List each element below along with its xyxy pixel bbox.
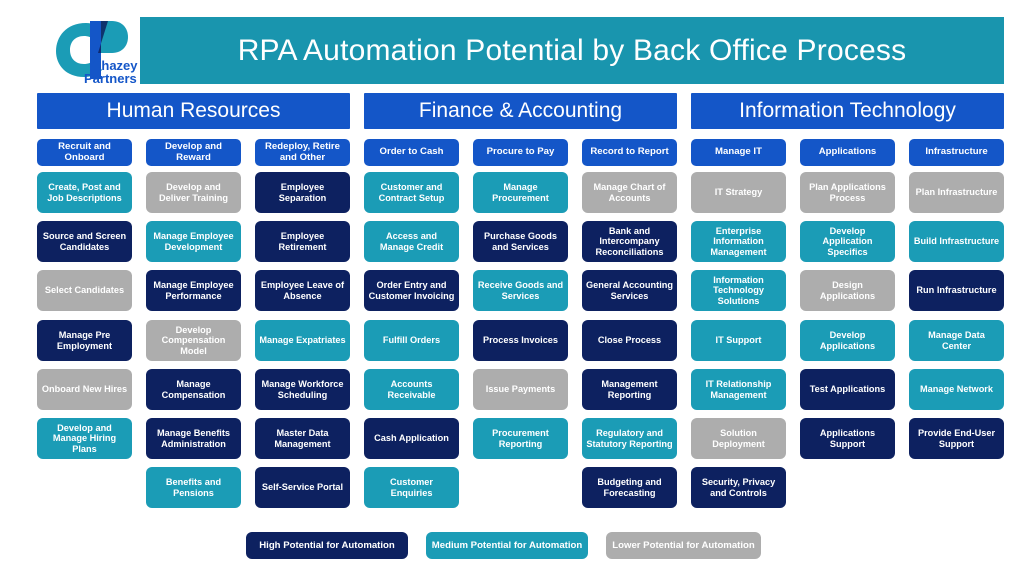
process-box[interactable]: Plan Applications Process xyxy=(800,172,895,213)
process-box[interactable]: Process Invoices xyxy=(473,320,568,361)
process-box[interactable]: Fulfill Orders xyxy=(364,320,459,361)
process-box[interactable]: Create, Post and Job Descriptions xyxy=(37,172,132,213)
pillar-header-fa: Finance & Accounting xyxy=(364,93,677,129)
process-box[interactable]: Manage Pre Employment xyxy=(37,320,132,361)
process-box[interactable]: IT Strategy xyxy=(691,172,786,213)
process-box[interactable]: Issue Payments xyxy=(473,369,568,410)
process-box[interactable]: Procurement Reporting xyxy=(473,418,568,459)
process-box[interactable]: Budgeting and Forecasting xyxy=(582,467,677,508)
process-box[interactable]: Solution Deployment xyxy=(691,418,786,459)
process-box[interactable]: Develop Compensation Model xyxy=(146,320,241,361)
process-group-header[interactable]: Develop and Reward xyxy=(146,139,241,166)
process-box[interactable]: Bank and Intercompany Reconciliations xyxy=(582,221,677,262)
process-box[interactable]: Develop Applications xyxy=(800,320,895,361)
process-box[interactable]: Manage Procurement xyxy=(473,172,568,213)
page-title: RPA Automation Potential by Back Office … xyxy=(237,33,907,67)
process-box[interactable]: Cash Application xyxy=(364,418,459,459)
process-box[interactable]: Customer Enquiries xyxy=(364,467,459,508)
process-box[interactable]: Manage Workforce Scheduling xyxy=(255,369,350,410)
process-box[interactable]: Source and Screen Candidates xyxy=(37,221,132,262)
process-box[interactable]: Develop and Deliver Training xyxy=(146,172,241,213)
process-box[interactable]: Accounts Receivable xyxy=(364,369,459,410)
process-box[interactable]: Enterprise Information Management xyxy=(691,221,786,262)
process-box[interactable]: Manage Benefits Administration xyxy=(146,418,241,459)
process-box[interactable]: General Accounting Services xyxy=(582,270,677,311)
legend-item-medium: Medium Potential for Automation xyxy=(426,532,588,559)
process-box[interactable]: Manage Data Center xyxy=(909,320,1004,361)
process-group-header[interactable]: Redeploy, Retire and Other xyxy=(255,139,350,166)
process-box[interactable]: Employee Retirement xyxy=(255,221,350,262)
pillar-header-label: Information Technology xyxy=(739,99,956,122)
process-box[interactable]: Management Reporting xyxy=(582,369,677,410)
process-box[interactable]: IT Relationship Management xyxy=(691,369,786,410)
process-box[interactable]: Manage Expatriates xyxy=(255,320,350,361)
process-box[interactable]: Manage Employee Performance xyxy=(146,270,241,311)
process-box[interactable]: IT Support xyxy=(691,320,786,361)
process-group-header[interactable]: Procure to Pay xyxy=(473,139,568,166)
process-box[interactable]: Information Technology Solutions xyxy=(691,270,786,311)
process-box[interactable]: Applications Support xyxy=(800,418,895,459)
process-box[interactable]: Plan Infrastructure xyxy=(909,172,1004,213)
process-box[interactable]: Security, Privacy and Controls xyxy=(691,467,786,508)
process-box[interactable]: Order Entry and Customer Invoicing xyxy=(364,270,459,311)
pillar-header-label: Human Resources xyxy=(106,99,281,122)
process-box[interactable]: Close Process xyxy=(582,320,677,361)
process-group-header[interactable]: Order to Cash xyxy=(364,139,459,166)
process-box[interactable]: Access and Manage Credit xyxy=(364,221,459,262)
logo-line2-text: Partners xyxy=(84,71,137,86)
process-box[interactable]: Onboard New Hires xyxy=(37,369,132,410)
pillar-header-hr: Human Resources xyxy=(37,93,350,129)
process-box[interactable]: Manage Compensation xyxy=(146,369,241,410)
process-group-header[interactable]: Recruit and Onboard xyxy=(37,139,132,166)
process-box[interactable]: Develop and Manage Hiring Plans xyxy=(37,418,132,459)
process-group-header[interactable]: Manage IT xyxy=(691,139,786,166)
pillar-header-label: Finance & Accounting xyxy=(418,99,623,122)
process-box[interactable]: Build Infrastructure xyxy=(909,221,1004,262)
process-box[interactable]: Provide End-User Support xyxy=(909,418,1004,459)
process-box[interactable]: Manage Employee Development xyxy=(146,221,241,262)
slide-canvas: Chazey Partners RPA Automation Potential… xyxy=(0,0,1024,582)
process-box[interactable]: Purchase Goods and Services xyxy=(473,221,568,262)
process-box[interactable]: Run Infrastructure xyxy=(909,270,1004,311)
process-box[interactable]: Develop Application Specifics xyxy=(800,221,895,262)
process-box[interactable]: Regulatory and Statutory Reporting xyxy=(582,418,677,459)
process-box[interactable]: Manage Chart of Accounts xyxy=(582,172,677,213)
process-box[interactable]: Test Applications xyxy=(800,369,895,410)
process-box[interactable]: Design Applications xyxy=(800,270,895,311)
process-box[interactable]: Employee Leave of Absence xyxy=(255,270,350,311)
chazey-partners-logo: Chazey Partners xyxy=(50,13,138,87)
process-box[interactable]: Self-Service Portal xyxy=(255,467,350,508)
process-box[interactable]: Employee Separation xyxy=(255,172,350,213)
process-group-header[interactable]: Record to Report xyxy=(582,139,677,166)
process-box[interactable]: Customer and Contract Setup xyxy=(364,172,459,213)
process-group-header[interactable]: Applications xyxy=(800,139,895,166)
pillar-header-it: Information Technology xyxy=(691,93,1004,129)
process-box[interactable]: Master Data Management xyxy=(255,418,350,459)
process-group-header[interactable]: Infrastructure xyxy=(909,139,1004,166)
process-box[interactable]: Benefits and Pensions xyxy=(146,467,241,508)
process-box[interactable]: Manage Network xyxy=(909,369,1004,410)
title-band: RPA Automation Potential by Back Office … xyxy=(140,17,1004,84)
legend-item-lower: Lower Potential for Automation xyxy=(606,532,761,559)
process-box[interactable]: Select Candidates xyxy=(37,270,132,311)
legend-item-high: High Potential for Automation xyxy=(246,532,408,559)
process-box[interactable]: Receive Goods and Services xyxy=(473,270,568,311)
